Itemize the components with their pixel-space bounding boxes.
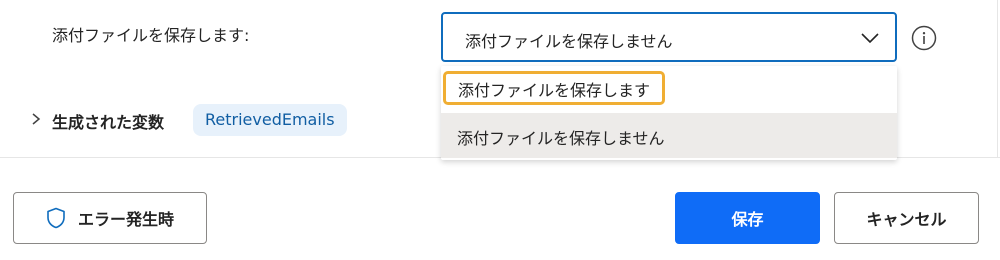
option-dont-save-attachments[interactable]: 添付ファイルを保存しません: [441, 113, 897, 158]
option-save-attachments[interactable]: 添付ファイルを保存します: [441, 68, 897, 113]
chevron-right-icon[interactable]: [30, 112, 42, 126]
attachments-dropdown[interactable]: 添付ファイルを保存しません: [441, 12, 897, 62]
option-label: 添付ファイルを保存しません: [457, 129, 665, 148]
chevron-down-icon: [861, 33, 879, 44]
dropdown-selected-value: 添付ファイルを保存しません: [465, 32, 673, 51]
cancel-label: キャンセル: [866, 210, 947, 229]
variable-chip[interactable]: RetrievedEmails: [193, 104, 347, 136]
on-error-label: エラー発生時: [77, 210, 174, 229]
on-error-button[interactable]: エラー発生時: [13, 192, 207, 244]
attachments-label: 添付ファイルを保存します:: [52, 26, 250, 45]
save-label: 保存: [731, 210, 764, 229]
option-label: 添付ファイルを保存します: [443, 71, 666, 105]
shield-icon: [47, 207, 65, 229]
info-icon[interactable]: [911, 25, 937, 51]
cancel-button[interactable]: キャンセル: [834, 192, 979, 244]
save-button[interactable]: 保存: [675, 192, 820, 244]
dropdown-options-list: 添付ファイルを保存します 添付ファイルを保存しません: [441, 66, 897, 160]
panel-divider-vertical: [997, 0, 998, 158]
generated-variables-label[interactable]: 生成された変数: [52, 109, 164, 133]
